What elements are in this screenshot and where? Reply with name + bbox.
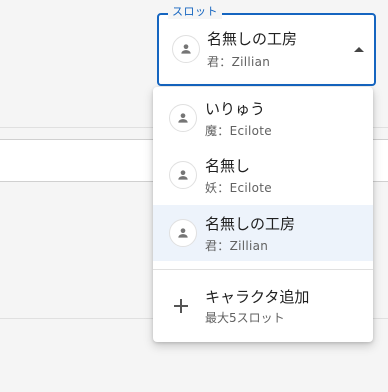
caret-up-icon[interactable] (354, 47, 364, 52)
menu-item-character-selected[interactable]: 名無しの工房 君：Zillian (153, 205, 373, 261)
person-icon (169, 161, 197, 189)
slot-select[interactable]: 名無しの工房 君：Zillian (157, 13, 376, 86)
plus-icon (173, 298, 189, 314)
person-icon (172, 35, 200, 63)
app-stage: 名無しの工房 君：Zillian スロット いりゅう 魔：Ecilote 名無し… (0, 0, 388, 392)
selected-character-sub: 君：Zillian (207, 55, 271, 69)
slot-dropdown-menu: いりゅう 魔：Ecilote 名無し 妖：Ecilote 名無しの工房 君：Zi… (153, 87, 373, 342)
character-name: 名無し (205, 157, 251, 175)
character-sub: 君：Zillian (205, 239, 269, 253)
person-icon (169, 219, 197, 247)
person-icon (169, 104, 197, 132)
character-name: 名無しの工房 (205, 215, 296, 233)
add-character-label: キャラクタ追加 (205, 288, 310, 306)
character-sub: 妖：Ecilote (205, 181, 272, 195)
character-sub: 魔：Ecilote (205, 124, 272, 138)
menu-divider (153, 269, 373, 270)
slot-field-label: スロット (168, 5, 222, 19)
menu-item-character[interactable]: 名無し 妖：Ecilote (153, 147, 373, 203)
add-character-sub: 最大5スロット (205, 311, 285, 325)
add-character-button[interactable]: キャラクタ追加 最大5スロット (153, 277, 373, 337)
menu-item-character[interactable]: いりゅう 魔：Ecilote (153, 90, 373, 146)
character-name: いりゅう (205, 100, 266, 118)
background-input-field (0, 139, 156, 182)
selected-character-name: 名無しの工房 (207, 30, 298, 48)
